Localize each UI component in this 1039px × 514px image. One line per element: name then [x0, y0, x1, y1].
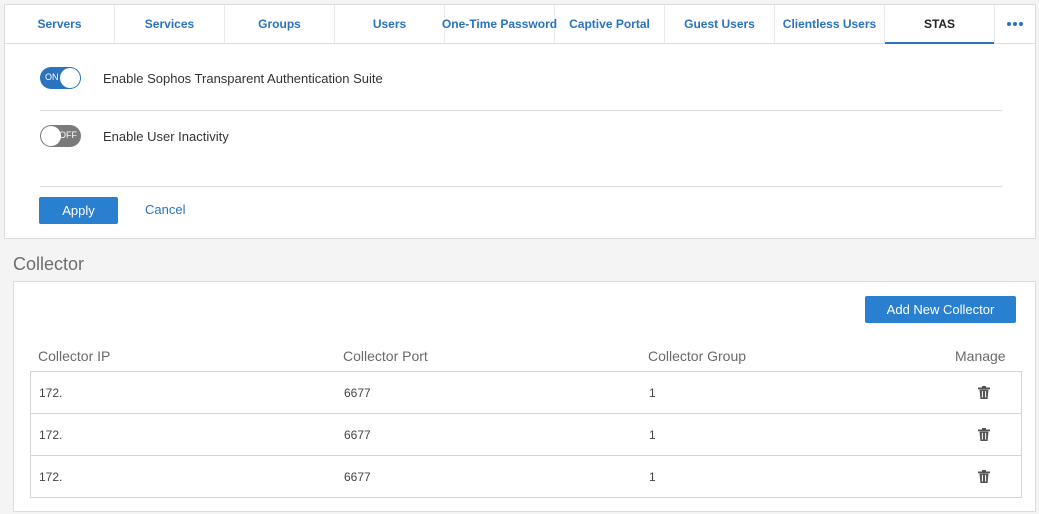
more-dots-icon [1007, 22, 1023, 26]
tab-servers[interactable]: Servers [5, 5, 115, 43]
user-inactivity-toggle[interactable]: OFF [40, 125, 81, 147]
tab-one-time-password[interactable]: One-Time Password [442, 5, 557, 43]
collector-section-title: Collector [13, 254, 85, 274]
stas-enable-toggle[interactable]: ON [40, 67, 81, 89]
user-inactivity-row: OFF Enable User Inactivity [40, 125, 229, 147]
collector-ip-cell: 172. [39, 428, 63, 442]
collector-group-cell: 1 [649, 386, 656, 400]
table-row: 172. 6677 1 [31, 372, 1021, 414]
column-header-collector-ip: Collector IP [38, 348, 111, 364]
apply-button[interactable]: Apply [39, 197, 118, 224]
tab-services[interactable]: Services [115, 5, 225, 43]
divider [40, 186, 1002, 187]
table-row: 172. 6677 1 [31, 456, 1021, 497]
column-header-collector-group: Collector Group [648, 348, 747, 364]
tab-captive-portal[interactable]: Captive Portal [555, 5, 665, 43]
toggle-knob [60, 68, 80, 88]
tab-clientless-users[interactable]: Clientless Users [775, 5, 885, 43]
trash-icon[interactable] [978, 470, 990, 488]
more-tabs-button[interactable] [995, 5, 1035, 43]
column-header-collector-port: Collector Port [343, 348, 428, 364]
collector-group-cell: 1 [649, 428, 656, 442]
collector-ip-cell: 172. [39, 386, 63, 400]
column-header-manage: Manage [955, 348, 1006, 364]
trash-icon[interactable] [978, 428, 990, 446]
collector-table: 172. 6677 1 172. 6677 1 172. 6677 1 [30, 371, 1022, 498]
tab-stas[interactable]: STAS [885, 5, 995, 44]
trash-icon[interactable] [978, 386, 990, 404]
collector-ip-cell: 172. [39, 470, 63, 484]
tab-users[interactable]: Users [335, 5, 445, 43]
stas-settings-panel: ON Enable Sophos Transparent Authenticat… [4, 44, 1036, 239]
tab-guest-users[interactable]: Guest Users [665, 5, 775, 43]
add-new-collector-button[interactable]: Add New Collector [865, 296, 1016, 323]
toggle-state-label: ON [45, 72, 59, 82]
toggle-knob [41, 126, 61, 146]
collector-port-cell: 6677 [344, 470, 371, 484]
collector-group-cell: 1 [649, 470, 656, 484]
collector-port-cell: 6677 [344, 386, 371, 400]
collector-port-cell: 6677 [344, 428, 371, 442]
stas-enable-row: ON Enable Sophos Transparent Authenticat… [40, 67, 383, 89]
table-row: 172. 6677 1 [31, 414, 1021, 456]
tab-groups[interactable]: Groups [225, 5, 335, 43]
cancel-link[interactable]: Cancel [145, 202, 185, 217]
stas-enable-label: Enable Sophos Transparent Authentication… [103, 70, 383, 86]
tab-bar: Servers Services Groups Users One-Time P… [4, 4, 1036, 44]
collector-panel: Add New Collector Collector IP Collector… [13, 281, 1036, 512]
toggle-state-label: OFF [59, 130, 77, 140]
user-inactivity-label: Enable User Inactivity [103, 128, 229, 144]
divider [40, 110, 1002, 111]
